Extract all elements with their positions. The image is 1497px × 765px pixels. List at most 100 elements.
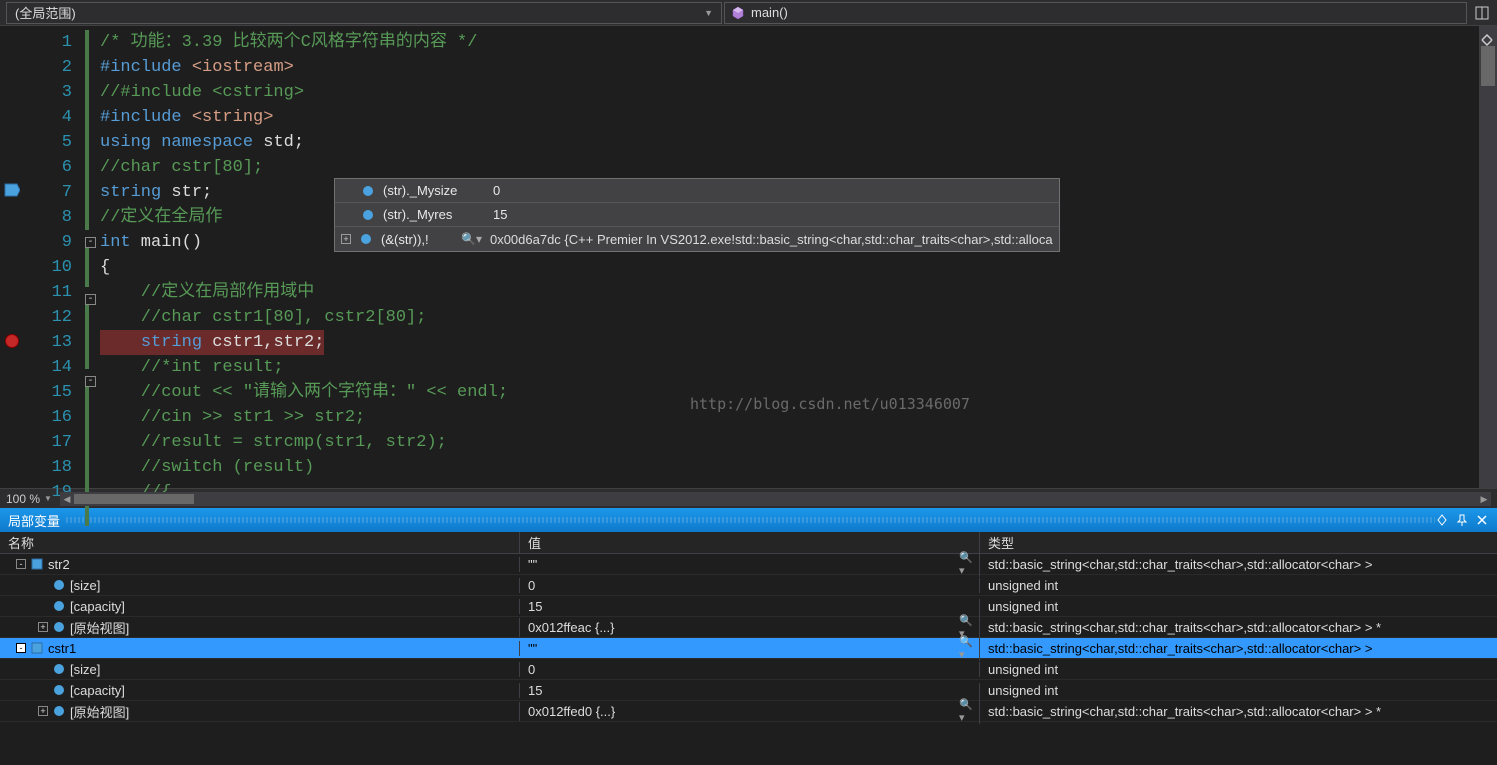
- locals-value-cell[interactable]: "" 🔍▾: [520, 551, 980, 577]
- locals-name-cell[interactable]: [size]: [0, 662, 520, 677]
- code-editor[interactable]: 12345678910111213141516171819 - - - /* 功…: [0, 26, 1497, 488]
- scrollbar-thumb[interactable]: [74, 494, 194, 504]
- outline-column[interactable]: - - -: [82, 26, 96, 488]
- horizontal-scrollbar[interactable]: ◀ ▶: [60, 492, 1491, 506]
- expand-toggle[interactable]: +: [38, 706, 48, 716]
- expand-toggle[interactable]: -: [16, 559, 26, 569]
- variable-name: [capacity]: [70, 599, 125, 614]
- locals-row[interactable]: - cstr1 ""🔍▾std::basic_string<char,std::ch…: [0, 638, 1497, 659]
- fold-toggle[interactable]: -: [85, 376, 96, 387]
- magnifier-icon[interactable]: 🔍▾: [959, 551, 973, 577]
- locals-name-cell[interactable]: [capacity]: [0, 599, 520, 614]
- scroll-right-icon[interactable]: ▶: [1477, 492, 1491, 506]
- field-icon: [52, 599, 66, 613]
- code-text: /* 功能：3.39 比较两个C风格字符串的内容 */: [100, 33, 477, 52]
- code-text: //#include <cstring>: [100, 83, 304, 102]
- locals-value-cell[interactable]: 0: [520, 662, 980, 677]
- fold-toggle[interactable]: -: [85, 294, 96, 305]
- locals-type-cell: std::basic_string<char,std::char_traits<…: [980, 620, 1497, 635]
- code-text: //*int result;: [100, 358, 284, 377]
- locals-value-cell[interactable]: 15: [520, 683, 980, 698]
- field-icon: [52, 578, 66, 592]
- variable-name: cstr1: [48, 641, 76, 656]
- gutter[interactable]: [0, 26, 26, 488]
- datatip-row[interactable]: (str)._Myres 15: [335, 203, 1059, 227]
- field-icon: [52, 683, 66, 697]
- bookmark-icon[interactable]: [4, 182, 20, 198]
- locals-value-cell[interactable]: ""🔍▾: [520, 635, 980, 661]
- expand-toggle[interactable]: +: [341, 234, 351, 244]
- vertical-scrollbar[interactable]: [1479, 26, 1497, 488]
- close-icon[interactable]: [1475, 513, 1489, 527]
- locals-row[interactable]: - str2 "" 🔍▾ std::basic_string<char,std::cha…: [0, 554, 1497, 575]
- locals-type-cell: unsigned int: [980, 599, 1497, 614]
- editor-statusbar: 100 % ▼ ◀ ▶: [0, 488, 1497, 508]
- locals-value-cell[interactable]: 15: [520, 599, 980, 614]
- code-text: #include: [100, 58, 192, 77]
- locals-row[interactable]: [size] 0 unsigned int: [0, 659, 1497, 680]
- code-text: //result = strcmp(str1, str2);: [100, 433, 447, 452]
- locals-name-cell[interactable]: [size]: [0, 578, 520, 593]
- locals-name-cell[interactable]: - str2: [0, 557, 520, 572]
- variable-value: "": [528, 557, 537, 572]
- code-text: #include: [100, 108, 192, 127]
- field-icon: [361, 184, 375, 198]
- variable-name: [capacity]: [70, 683, 125, 698]
- code-text: //定义在局部作用域中: [100, 283, 314, 302]
- expand-toggle[interactable]: -: [16, 643, 26, 653]
- magnifier-icon[interactable]: 🔍▾: [959, 698, 973, 724]
- locals-panel-header[interactable]: 局部变量: [0, 508, 1497, 532]
- sync-icon[interactable]: [1479, 32, 1495, 53]
- locals-type-cell: unsigned int: [980, 578, 1497, 593]
- magnifier-icon[interactable]: 🔍▾: [959, 635, 973, 661]
- column-header-name[interactable]: 名称: [0, 532, 520, 553]
- chevron-down-icon: ▼: [704, 8, 713, 18]
- split-icon[interactable]: [1467, 6, 1497, 20]
- navigation-bar: (全局范围) ▼ main(): [0, 0, 1497, 26]
- datatip-row[interactable]: + (&(str)),! 🔍▾ 0x00d6a7dc {C++ Premier …: [335, 227, 1059, 251]
- function-dropdown[interactable]: main(): [724, 2, 1467, 24]
- breakpoint-icon[interactable]: [4, 333, 20, 349]
- locals-name-cell[interactable]: - cstr1: [0, 641, 520, 656]
- field-icon: [52, 662, 66, 676]
- locals-value-cell[interactable]: 0: [520, 578, 980, 593]
- code-area[interactable]: /* 功能：3.39 比较两个C风格字符串的内容 */ #include <io…: [96, 26, 1497, 488]
- locals-value-cell[interactable]: 0x012ffed0 {...}🔍▾: [520, 698, 980, 724]
- locals-type-cell: std::basic_string<char,std::char_traits<…: [980, 704, 1497, 719]
- debug-datatip[interactable]: (str)._Mysize 0 (str)._Myres 15 + (&(str…: [334, 178, 1060, 252]
- scope-label: (全局范围): [15, 3, 76, 22]
- variable-name: [size]: [70, 578, 100, 593]
- method-icon: [731, 6, 745, 20]
- locals-row[interactable]: + [原始视图] 0x012ffed0 {...}🔍▾std::basic_stri…: [0, 701, 1497, 722]
- magnifier-icon[interactable]: 🔍▾: [461, 227, 482, 252]
- variable-value: 15: [528, 683, 542, 698]
- expand-toggle[interactable]: +: [38, 622, 48, 632]
- scroll-left-icon[interactable]: ◀: [60, 492, 74, 506]
- locals-type-cell: std::basic_string<char,std::char_traits<…: [980, 641, 1497, 656]
- locals-row[interactable]: [size] 0unsigned int: [0, 575, 1497, 596]
- variable-name: str2: [48, 557, 70, 572]
- locals-panel[interactable]: 名称 值 类型 -str2""🔍▾std::basic_string<char,…: [0, 532, 1497, 765]
- field-icon: [52, 704, 66, 718]
- pin-icon[interactable]: [1455, 513, 1469, 527]
- locals-type-cell: unsigned int: [980, 662, 1497, 677]
- code-text: //cin >> str1 >> str2;: [100, 408, 365, 427]
- window-position-icon[interactable]: [1435, 513, 1449, 527]
- struct-icon: [30, 641, 44, 655]
- variable-name: [原始视图]: [70, 618, 129, 637]
- scope-dropdown[interactable]: (全局范围) ▼: [6, 2, 722, 24]
- variable-name: [原始视图]: [70, 702, 129, 721]
- variable-name: [size]: [70, 662, 100, 677]
- fold-toggle[interactable]: -: [85, 237, 96, 248]
- field-icon: [361, 208, 375, 222]
- code-text: //cout << "请输入两个字符串：" << endl;: [100, 383, 508, 402]
- locals-name-cell[interactable]: [capacity]: [0, 683, 520, 698]
- locals-name-cell[interactable]: + [原始视图]: [0, 702, 520, 721]
- column-header-type[interactable]: 类型: [980, 532, 1497, 553]
- locals-name-cell[interactable]: + [原始视图]: [0, 618, 520, 637]
- function-label: main(): [751, 5, 788, 20]
- locals-type-cell: std::basic_string<char,std::char_traits<…: [980, 557, 1497, 572]
- column-header-value[interactable]: 值: [520, 532, 980, 553]
- variable-value: 0: [528, 662, 535, 677]
- datatip-row[interactable]: (str)._Mysize 0: [335, 179, 1059, 203]
